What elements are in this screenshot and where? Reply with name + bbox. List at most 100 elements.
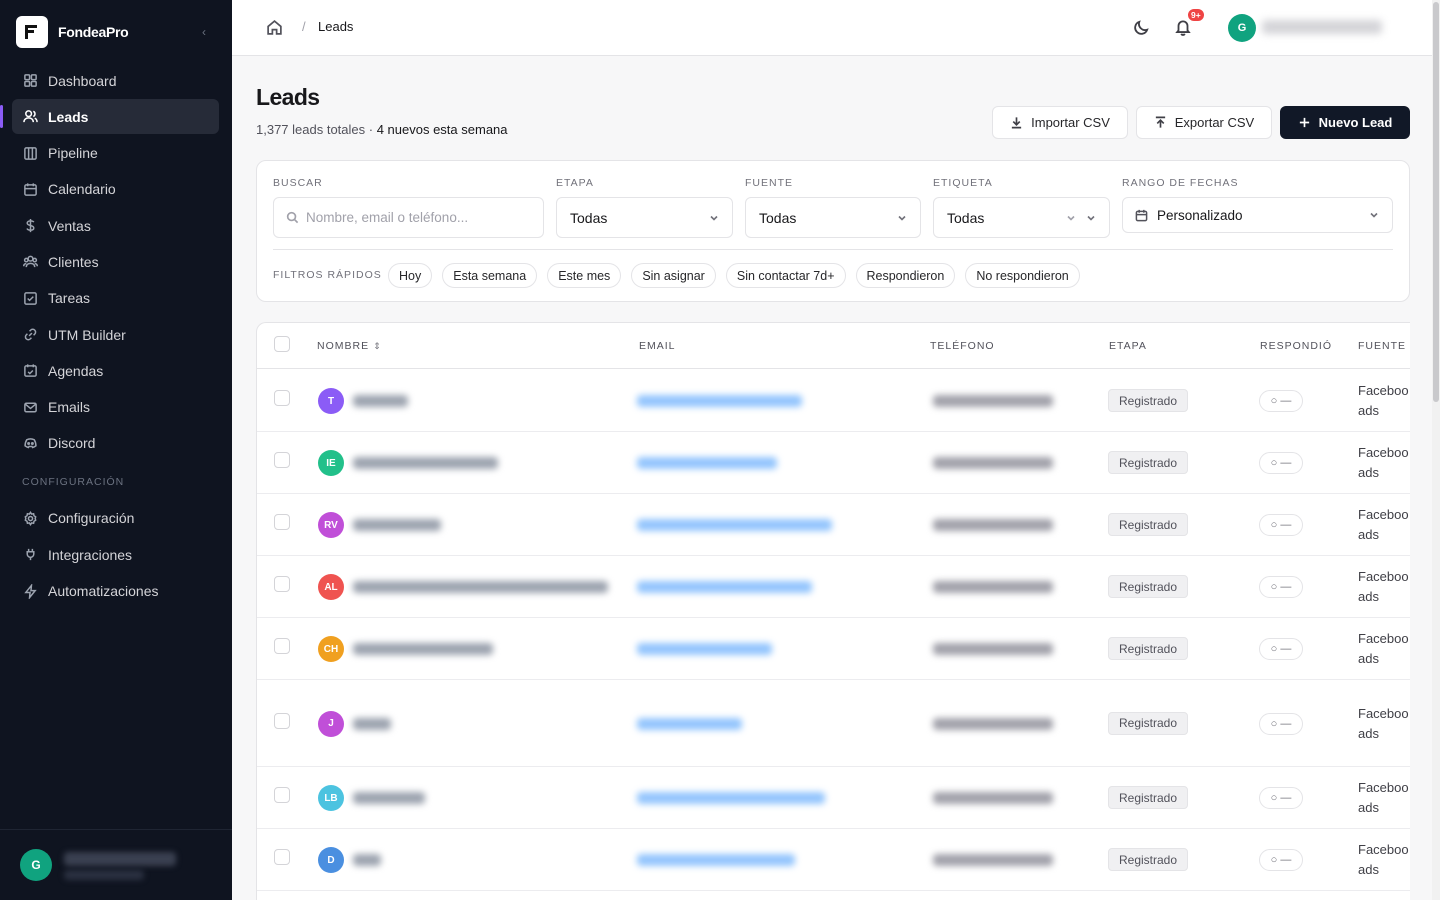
user-name-redacted[interactable]: [1262, 20, 1382, 34]
responded-toggle[interactable]: ○ —: [1259, 638, 1303, 660]
table-row[interactable]: LB Registrado ○ — Faceboo ads: [257, 767, 1410, 829]
column-nombre[interactable]: NOMBRE ⇕: [317, 340, 382, 352]
lead-email-redacted[interactable]: [637, 519, 832, 531]
table-row[interactable]: D Registrado ○ — Faceboo ads: [257, 829, 1410, 891]
export-csv-button[interactable]: Exportar CSV: [1136, 106, 1272, 139]
avatar: RV: [318, 512, 344, 538]
import-csv-button[interactable]: Importar CSV: [992, 106, 1128, 139]
responded-toggle[interactable]: ○ —: [1259, 452, 1303, 474]
select-all-checkbox[interactable]: [274, 336, 290, 352]
sidebar-item-configuracion[interactable]: Configuración: [12, 501, 219, 536]
date-range-select[interactable]: Personalizado: [1122, 197, 1393, 233]
quick-filter-respondieron[interactable]: Respondieron: [855, 263, 956, 288]
lead-phone-redacted: [933, 717, 1053, 730]
table-row[interactable]: T Registrado ○ — Faceboo ads: [257, 370, 1410, 432]
quick-filter-hoy[interactable]: Hoy: [388, 263, 433, 288]
sidebar-item-leads[interactable]: Leads: [0, 99, 219, 135]
lead-name-redacted[interactable]: [353, 717, 391, 730]
lead-email-redacted[interactable]: [637, 717, 742, 730]
lead-email-redacted[interactable]: [637, 854, 795, 866]
table-row[interactable]: AL Registrado ○ — Faceboo ads: [257, 556, 1410, 618]
responded-toggle[interactable]: ○ —: [1259, 849, 1303, 871]
status-badge[interactable]: Registrado: [1108, 513, 1189, 536]
status-badge[interactable]: Registrado: [1108, 575, 1189, 598]
quick-filter-este-mes[interactable]: Este mes: [547, 263, 622, 288]
status-badge[interactable]: Registrado: [1108, 637, 1189, 660]
sidebar-user-footer[interactable]: G: [0, 829, 232, 900]
lead-name-redacted[interactable]: [353, 395, 408, 407]
row-checkbox[interactable]: [274, 638, 290, 654]
sidebar-item-ventas[interactable]: Ventas: [12, 208, 219, 243]
lead-name-redacted[interactable]: [353, 792, 425, 804]
sidebar-item-dashboard[interactable]: Dashboard: [12, 63, 219, 98]
scrollbar-thumb[interactable]: [1433, 2, 1439, 402]
row-checkbox[interactable]: [274, 849, 290, 865]
table-row[interactable]: RV Registrado ○ — Faceboo ads: [257, 494, 1410, 556]
lead-name-redacted[interactable]: [353, 457, 498, 469]
etiqueta-select[interactable]: Todas: [933, 197, 1110, 238]
sidebar-item-integraciones[interactable]: Integraciones: [12, 537, 219, 572]
avatar[interactable]: G: [1228, 14, 1256, 42]
bolt-icon: [22, 583, 38, 599]
fuente-select[interactable]: Todas: [745, 197, 921, 238]
sidebar-item-utm-builder[interactable]: UTM Builder: [12, 317, 219, 352]
row-checkbox[interactable]: [274, 390, 290, 406]
search-label: BUSCAR: [273, 177, 323, 189]
sidebar-item-clientes[interactable]: Clientes: [12, 244, 219, 279]
new-lead-button[interactable]: Nuevo Lead: [1280, 106, 1410, 139]
responded-toggle[interactable]: ○ —: [1259, 712, 1303, 735]
avatar[interactable]: G: [20, 849, 52, 881]
table-row[interactable]: IE Registrado ○ — Faceboo ads: [257, 432, 1410, 494]
search-input[interactable]: [306, 210, 526, 225]
sidebar-item-automatizaciones[interactable]: Automatizaciones: [12, 574, 219, 609]
lead-email-redacted[interactable]: [637, 643, 772, 655]
responded-toggle[interactable]: ○ —: [1259, 514, 1303, 536]
plug-icon: [22, 547, 38, 563]
row-checkbox[interactable]: [274, 712, 290, 729]
grid-icon: [22, 73, 38, 89]
lead-name-redacted[interactable]: [353, 519, 441, 531]
status-badge[interactable]: Registrado: [1108, 711, 1189, 735]
home-icon[interactable]: [266, 19, 284, 37]
collapse-sidebar-chevron-icon[interactable]: ‹: [196, 24, 212, 40]
status-badge[interactable]: Registrado: [1108, 848, 1189, 871]
table-row[interactable]: J Registrado ○ — Faceboo ads: [257, 680, 1410, 767]
row-checkbox[interactable]: [274, 514, 290, 530]
search-field[interactable]: [273, 197, 544, 238]
row-checkbox[interactable]: [274, 787, 290, 803]
table-row[interactable]: CH Registrado ○ — Faceboo ads: [257, 618, 1410, 680]
lead-email-redacted[interactable]: [637, 457, 777, 469]
lead-source: Faceboo ads: [1358, 381, 1410, 421]
sidebar-item-label: Integraciones: [48, 546, 133, 563]
fecha-label: RANGO DE FECHAS: [1122, 177, 1239, 189]
sidebar-item-calendario[interactable]: Calendario: [12, 172, 219, 207]
page-scrollbar[interactable]: [1432, 0, 1440, 900]
sidebar-item-tareas[interactable]: Tareas: [12, 281, 219, 316]
responded-toggle[interactable]: ○ —: [1259, 787, 1303, 809]
sort-icon[interactable]: ⇕: [373, 341, 382, 351]
row-checkbox[interactable]: [274, 576, 290, 592]
quick-filter-esta-semana[interactable]: Esta semana: [442, 263, 538, 288]
lead-name-redacted[interactable]: [353, 854, 381, 866]
quick-filter-no-respondieron[interactable]: No respondieron: [965, 263, 1080, 288]
lead-email-redacted[interactable]: [637, 581, 812, 593]
lead-email-redacted[interactable]: [637, 792, 825, 804]
sidebar-item-emails[interactable]: Emails: [12, 390, 219, 425]
lead-name-redacted[interactable]: [353, 581, 608, 593]
row-checkbox[interactable]: [274, 452, 290, 468]
quick-filter-sin-asignar[interactable]: Sin asignar: [631, 263, 716, 288]
sidebar-item-discord[interactable]: Discord: [12, 426, 219, 461]
brand[interactable]: FondeaPro: [16, 16, 129, 48]
status-badge[interactable]: Registrado: [1108, 451, 1189, 474]
etapa-select[interactable]: Todas: [556, 197, 733, 238]
moon-icon[interactable]: [1132, 19, 1150, 37]
lead-email-redacted[interactable]: [637, 395, 802, 407]
status-badge[interactable]: Registrado: [1108, 786, 1189, 809]
responded-toggle[interactable]: ○ —: [1259, 576, 1303, 598]
quick-filter-sin-contactar[interactable]: Sin contactar 7d+: [725, 263, 846, 288]
sidebar-item-agendas[interactable]: Agendas: [12, 353, 219, 388]
sidebar-item-pipeline[interactable]: Pipeline: [12, 136, 219, 171]
responded-toggle[interactable]: ○ —: [1259, 390, 1303, 412]
lead-name-redacted[interactable]: [353, 643, 493, 655]
status-badge[interactable]: Registrado: [1108, 389, 1189, 412]
